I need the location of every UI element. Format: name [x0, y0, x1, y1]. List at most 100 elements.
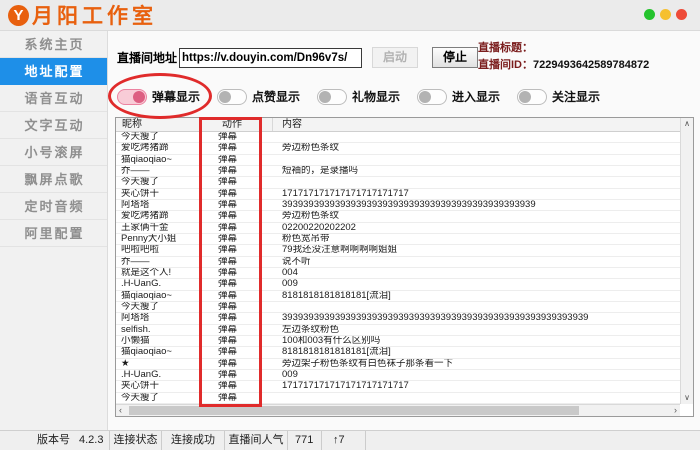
title-bar: Y 月阳工作室: [0, 0, 700, 31]
cell-nickname: 阿塔塔: [116, 313, 201, 323]
table-row: 今天瘦了弹幕: [116, 132, 680, 143]
app-title: 月阳工作室: [32, 0, 157, 30]
h-scroll-thumb[interactable]: [129, 406, 579, 415]
version-label: 版本号: [37, 434, 70, 446]
live-room-id-value: 7229493642589784872: [533, 59, 649, 71]
sidebar-item-alt-account-scroll[interactable]: 小号滚屏: [0, 139, 107, 166]
table-row: 乔——弹幕短袖的，是录播吗: [116, 166, 680, 177]
sidebar-item-text-interact[interactable]: 文字互动: [0, 112, 107, 139]
toggle-knob-icon: [133, 91, 145, 103]
table-row: 阿塔塔弹幕39393939393939393939393939393939393…: [116, 313, 680, 324]
cell-nickname: 猫qiaoqiao~: [116, 347, 201, 357]
app-window: Y 月阳工作室 系统主页地址配置语音互动文字互动小号滚屏飘屏点歌定时音频阿里配置…: [0, 0, 700, 450]
cell-action: 弹幕: [201, 291, 273, 301]
column-header-nickname[interactable]: 昵称: [116, 118, 201, 131]
table-row: 阿塔塔弹幕39393939393939393939393939393939393…: [116, 200, 680, 211]
cell-nickname: .H-UanG.: [116, 370, 201, 380]
table-row: Penny大小姐弹幕粉色宽吊带: [116, 234, 680, 245]
cell-action: 弹幕: [201, 234, 273, 244]
like-display-toggle[interactable]: [217, 89, 247, 105]
cell-action: 弹幕: [201, 257, 273, 267]
toggle-knob-icon: [419, 91, 431, 103]
version-value: 4.2.3: [79, 434, 103, 446]
table-row: 吧啦吧啦弹幕79我还没注意啊啊啊啊姐姐: [116, 245, 680, 256]
gift-display-toggle[interactable]: [317, 89, 347, 105]
cell-action: 弹幕: [201, 155, 273, 165]
cell-nickname: 夹心饼干: [116, 189, 201, 199]
vertical-scrollbar[interactable]: ∧ ∨: [680, 118, 693, 404]
address-row: 直播间地址 启动 停止: [117, 47, 478, 68]
cell-content: [273, 177, 680, 187]
follow-display-toggle[interactable]: [517, 89, 547, 105]
cell-nickname: 今天瘦了: [116, 132, 201, 142]
room-url-input[interactable]: [179, 48, 362, 68]
table-header: 昵称动作内容: [116, 118, 693, 132]
status-bar: 版本号4.2.3 连接状态 连接成功 直播间人气 771 ↑7: [0, 430, 700, 450]
start-button[interactable]: 启动: [372, 47, 418, 68]
cell-action: 弹幕: [201, 143, 273, 153]
horizontal-scrollbar[interactable]: ‹ ›: [116, 404, 680, 416]
cell-nickname: 猫qiaoqiao~: [116, 291, 201, 301]
column-header-content[interactable]: 内容: [273, 118, 693, 131]
cell-nickname: 猫qiaoqiao~: [116, 155, 201, 165]
cell-content: 短袖的，是录播吗: [273, 166, 680, 176]
cell-action: 弹幕: [201, 336, 273, 346]
toggle-group-gift-display: 礼物显示: [317, 88, 417, 105]
cell-action: 弹幕: [201, 393, 273, 403]
stop-button[interactable]: 停止: [432, 47, 478, 68]
like-display-label: 点赞显示: [252, 88, 300, 105]
cell-action: 弹幕: [201, 211, 273, 221]
sidebar-item-address-config[interactable]: 地址配置: [0, 58, 107, 85]
cell-action: 弹幕: [201, 347, 273, 357]
column-header-action[interactable]: 动作: [201, 118, 273, 131]
scroll-right-icon[interactable]: ›: [674, 405, 677, 416]
cell-nickname: Penny大小姐: [116, 234, 201, 244]
cell-nickname: 阿塔塔: [116, 200, 201, 210]
cell-nickname: 爱吃烤猪蹄: [116, 211, 201, 221]
sidebar-item-timed-audio[interactable]: 定时音频: [0, 193, 107, 220]
table-row: 小懒猫弹幕100和003有什么区别吗: [116, 336, 680, 347]
minimize-button[interactable]: [660, 9, 671, 20]
toggle-knob-icon: [519, 91, 531, 103]
cell-action: 弹幕: [201, 223, 273, 233]
sidebar-item-ali-config[interactable]: 阿里配置: [0, 220, 107, 247]
enter-display-toggle[interactable]: [417, 89, 447, 105]
close-button[interactable]: [676, 9, 687, 20]
sidebar-item-voice-interact[interactable]: 语音互动: [0, 85, 107, 112]
app-logo-icon: Y: [8, 5, 29, 26]
danmaku-display-label: 弹幕显示: [152, 88, 200, 105]
popularity-value: 771: [288, 431, 322, 450]
cell-content: 3939393939393939393939393939393939393939…: [273, 200, 680, 210]
scroll-left-icon[interactable]: ‹: [119, 405, 122, 416]
cell-nickname: 小懒猫: [116, 336, 201, 346]
popularity-label: 直播间人气: [225, 431, 288, 450]
danmaku-display-toggle[interactable]: [117, 89, 147, 105]
window-controls: [644, 9, 687, 20]
cell-action: 弹幕: [201, 189, 273, 199]
cell-action: 弹幕: [201, 370, 273, 380]
table-row: ★弹幕旁边架子粉色条纹有白色袜子那条看一下: [116, 359, 680, 370]
cell-content: 100和003有什么区别吗: [273, 336, 680, 346]
cell-nickname: 吧啦吧啦: [116, 245, 201, 255]
cell-content: 3939393939393939393939393939393939393939…: [273, 313, 680, 323]
sidebar-item-home[interactable]: 系统主页: [0, 31, 107, 58]
cell-action: 弹幕: [201, 132, 273, 142]
table-row: 猫qiaoqiao~弹幕8181818181818181[流泪]: [116, 291, 680, 302]
cell-nickname: 就是这个人!: [116, 268, 201, 278]
cell-nickname: 今天瘦了: [116, 393, 201, 403]
cell-content: 说不听: [273, 257, 680, 267]
cell-content: [273, 302, 680, 312]
scroll-up-icon[interactable]: ∧: [681, 119, 693, 129]
scroll-down-icon[interactable]: ∨: [681, 393, 693, 403]
cell-content: 粉色宽吊带: [273, 234, 680, 244]
toggle-group-enter-display: 进入显示: [417, 88, 517, 105]
maximize-button[interactable]: [644, 9, 655, 20]
table-row: 猫qiaoqiao~弹幕: [116, 155, 680, 166]
cell-content: [273, 393, 680, 403]
toggle-group-danmaku-display: 弹幕显示: [117, 88, 217, 105]
sidebar-item-float-song[interactable]: 飘屏点歌: [0, 166, 107, 193]
cell-nickname: .H-UanG.: [116, 279, 201, 289]
cell-action: 弹幕: [201, 381, 273, 391]
cell-nickname: 王家俩千金: [116, 223, 201, 233]
cell-action: 弹幕: [201, 268, 273, 278]
